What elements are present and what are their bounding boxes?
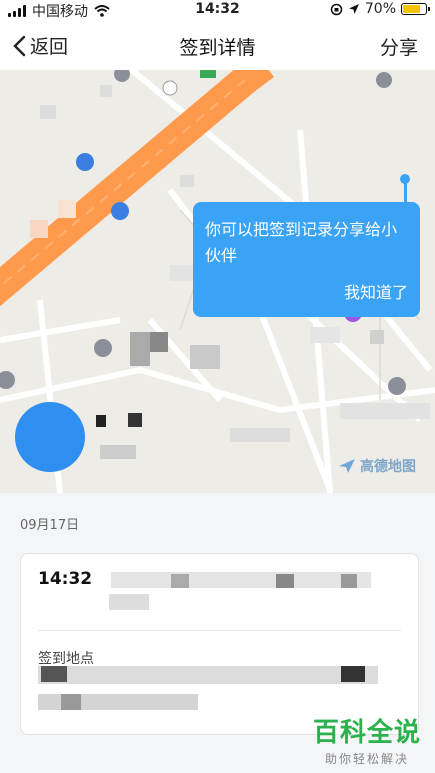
record-card[interactable]: 14:32 签到地点 [20,553,419,735]
card-divider [38,630,401,631]
orientation-lock-icon [330,3,343,15]
location-label: 签到地点 [38,651,94,667]
avatar[interactable] [15,402,85,472]
map-view[interactable]: 你可以把签到记录分享给小伙伴 我知道了 高德地图 [0,70,435,493]
watermark-title: 百科全说 [312,718,421,748]
tooltip-pointer-line [404,183,407,203]
tooltip-message: 你可以把签到记录分享给小伙伴 [205,220,398,265]
map-provider-label: 高德地图 [360,459,416,475]
tooltip-dismiss-button[interactable]: 我知道了 [344,279,408,303]
nav-bar: 返回 签到详情 分享 [0,20,435,70]
location-arrow-icon [348,4,359,14]
watermark-subtitle: 助你轻松解决 [324,752,409,766]
map-logo-icon [339,459,355,473]
share-tooltip: 你可以把签到记录分享给小伙伴 我知道了 [193,202,420,317]
battery-icon [401,3,430,15]
record-time: 14:32 [38,569,93,589]
share-button[interactable]: 分享 [380,33,418,60]
record-date: 09月17日 [20,518,80,533]
map-provider-logo: 高德地图 [338,456,416,476]
site-watermark: 百科全说 助你轻松解决 [313,712,421,767]
page-title: 签到详情 [179,37,256,59]
battery-percent: 70% [364,1,396,17]
status-bar: 中国移动 14:32 70% [0,0,435,20]
